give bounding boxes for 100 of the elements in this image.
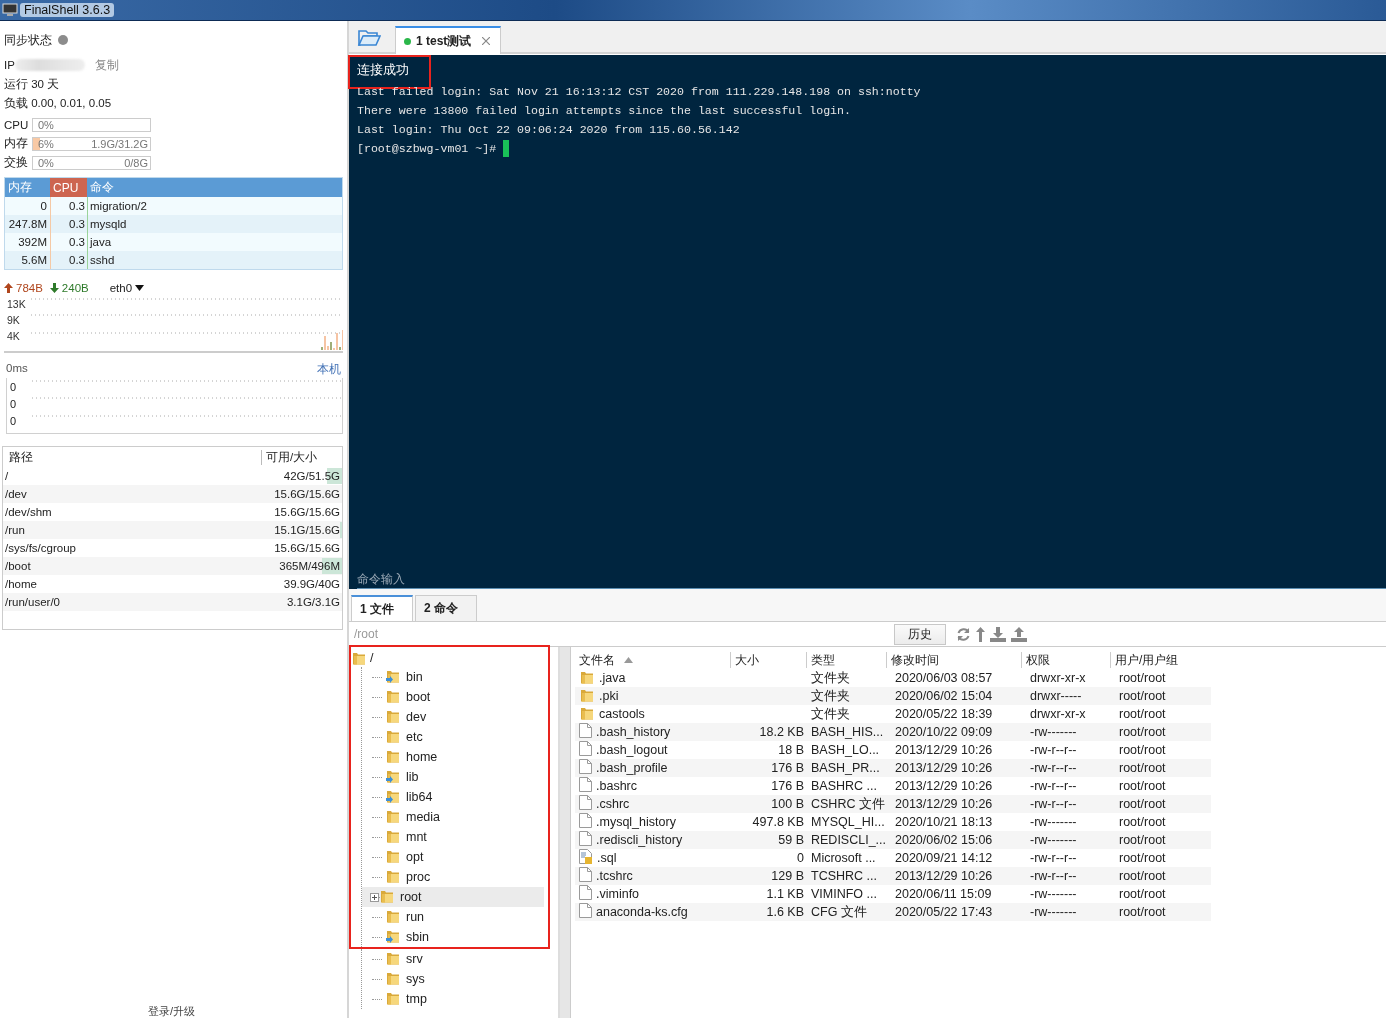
blurred-ip: [14, 59, 85, 71]
table-cell: 2020/09/21 14:12: [895, 851, 993, 865]
table-cell: VIMINFO ...: [811, 887, 877, 901]
table-cell: 15.6G/15.6G: [274, 488, 340, 500]
download-icon[interactable]: [990, 626, 1006, 642]
table-cell-text: /dev/shm: [4, 506, 53, 518]
login-upgrade-link[interactable]: 登录/升级: [148, 1004, 196, 1018]
tree-item[interactable]: opt: [362, 847, 544, 867]
column-header[interactable]: 文件名: [575, 652, 731, 668]
column-header[interactable]: 权限: [1022, 652, 1111, 668]
axis-label: 0: [10, 414, 18, 429]
table-cell: root/root: [1119, 815, 1166, 829]
axis-label: 0: [10, 380, 18, 395]
file-name[interactable]: .bash_history: [596, 725, 671, 739]
tree-item[interactable]: dev: [362, 707, 544, 727]
file-name[interactable]: .mysql_history: [596, 815, 676, 829]
column-header[interactable]: 大小: [731, 652, 807, 668]
table-cell: root/root: [1119, 905, 1166, 919]
table-cell: 2013/12/29 10:26: [895, 761, 993, 775]
table-cell: root/root: [1119, 761, 1166, 775]
tree-item[interactable]: sbin: [362, 927, 544, 947]
table-cell: 15.6G/15.6G: [274, 506, 340, 518]
file-name[interactable]: .bash_profile: [596, 761, 668, 775]
history-button[interactable]: 历史: [894, 623, 946, 645]
table-cell-text: /run: [4, 524, 26, 536]
table-cell: 文件夹: [811, 687, 850, 705]
folder-open-icon[interactable]: [357, 28, 381, 48]
tree-item[interactable]: run: [362, 907, 544, 927]
column-header[interactable]: 类型: [807, 652, 887, 668]
table-cell: drwxr-xr-x: [1030, 707, 1086, 721]
tree-item[interactable]: srv: [362, 949, 554, 969]
tree-item[interactable]: proc: [362, 867, 544, 887]
file-name[interactable]: .sql: [597, 851, 617, 865]
file-name[interactable]: .tcshrc: [596, 869, 633, 883]
column-header[interactable]: CPU: [50, 178, 87, 197]
meter-percent: 0%: [37, 118, 54, 131]
window-title: FinalShell 3.6.3: [20, 3, 115, 17]
file-name[interactable]: .java: [599, 671, 626, 685]
file-name[interactable]: .rediscli_history: [596, 833, 683, 847]
file-name[interactable]: .bashrc: [596, 779, 637, 793]
table-cell: root/root: [1119, 779, 1166, 793]
tree-item[interactable]: home: [362, 747, 544, 767]
column-header[interactable]: 用户/用户组: [1111, 652, 1211, 668]
axis-label: 4K: [7, 329, 21, 344]
host-link[interactable]: 本机: [317, 362, 341, 378]
monitor-icon: [2, 3, 18, 17]
expand-icon[interactable]: [370, 892, 379, 902]
tree-item[interactable]: lib: [362, 767, 544, 787]
table-cell-text: /home: [4, 578, 38, 590]
table-cell: -rw-------: [1030, 905, 1077, 919]
table-cell: root/root: [1119, 797, 1166, 811]
tree-item[interactable]: tmp: [362, 989, 554, 1009]
upload-icon[interactable]: [1011, 626, 1027, 642]
file-name[interactable]: anaconda-ks.cfg: [596, 905, 688, 919]
tree-item[interactable]: sys: [362, 969, 554, 989]
interface-dropdown[interactable]: eth0: [109, 282, 145, 294]
table-cell-text: sshd: [89, 253, 116, 268]
download-arrow-icon: [49, 283, 59, 293]
panel-tab[interactable]: 2 命令: [415, 595, 477, 621]
tree-item[interactable]: media: [362, 807, 544, 827]
sync-status-label: 同步状态: [4, 32, 52, 48]
close-icon[interactable]: [482, 37, 491, 45]
tree-item[interactable]: etc: [362, 727, 544, 747]
table-cell: 42G/51.5G: [283, 470, 340, 482]
tree-item[interactable]: mnt: [362, 827, 544, 847]
table-cell: 5.6M: [5, 251, 51, 269]
meter-reading: 0/8G: [124, 156, 148, 169]
table-cell: root/root: [1119, 689, 1166, 703]
refresh-icon[interactable]: [956, 626, 971, 642]
table-cell: -rw-r--r--: [1030, 779, 1077, 793]
tree-item[interactable]: bin: [362, 667, 544, 687]
copy-link[interactable]: 复制: [94, 57, 119, 73]
column-header: 路径: [8, 449, 34, 465]
file-name[interactable]: castools: [599, 707, 645, 721]
table-cell: BASH_LO...: [811, 743, 880, 757]
column-header: 可用/大小: [261, 449, 342, 465]
table-cell: CSHRC 文件: [811, 795, 885, 813]
column-header[interactable]: 修改时间: [887, 652, 1022, 668]
axis-label: 9K: [7, 313, 21, 328]
table-cell: 文件夹: [811, 705, 850, 723]
axis-label: 13K: [7, 297, 27, 312]
file-name[interactable]: .cshrc: [596, 797, 630, 811]
tree-item[interactable]: lib64: [362, 787, 544, 807]
table-cell: 2020/05/22 18:39: [895, 707, 993, 721]
up-arrow-icon[interactable]: [976, 626, 985, 642]
table-cell: BASH_HIS...: [811, 725, 884, 739]
table-cell: root/root: [1119, 725, 1166, 739]
terminal-line: Last failed login: Sat Nov 21 16:13:12 CST 2020 from 111.229.148.198 on ssh:notty: [357, 84, 922, 100]
panel-tab[interactable]: 1 文件: [351, 595, 413, 621]
table-cell: 2020/06/03 08:57: [895, 671, 993, 685]
file-name[interactable]: .pki: [599, 689, 619, 703]
file-name[interactable]: .viminfo: [596, 887, 640, 901]
terminal-line: Last login: Thu Oct 22 09:06:24 2020 from 115.60.56.142: [357, 122, 741, 138]
tree-item[interactable]: boot: [362, 687, 544, 707]
tree-item[interactable]: root: [362, 887, 544, 907]
session-tab[interactable]: 1 test测试: [395, 26, 502, 54]
table-cell-text: mysqld: [89, 217, 128, 232]
tree-item[interactable]: /: [351, 647, 548, 667]
table-cell: 18.2 KB: [759, 725, 804, 739]
file-name[interactable]: .bash_logout: [596, 743, 668, 757]
